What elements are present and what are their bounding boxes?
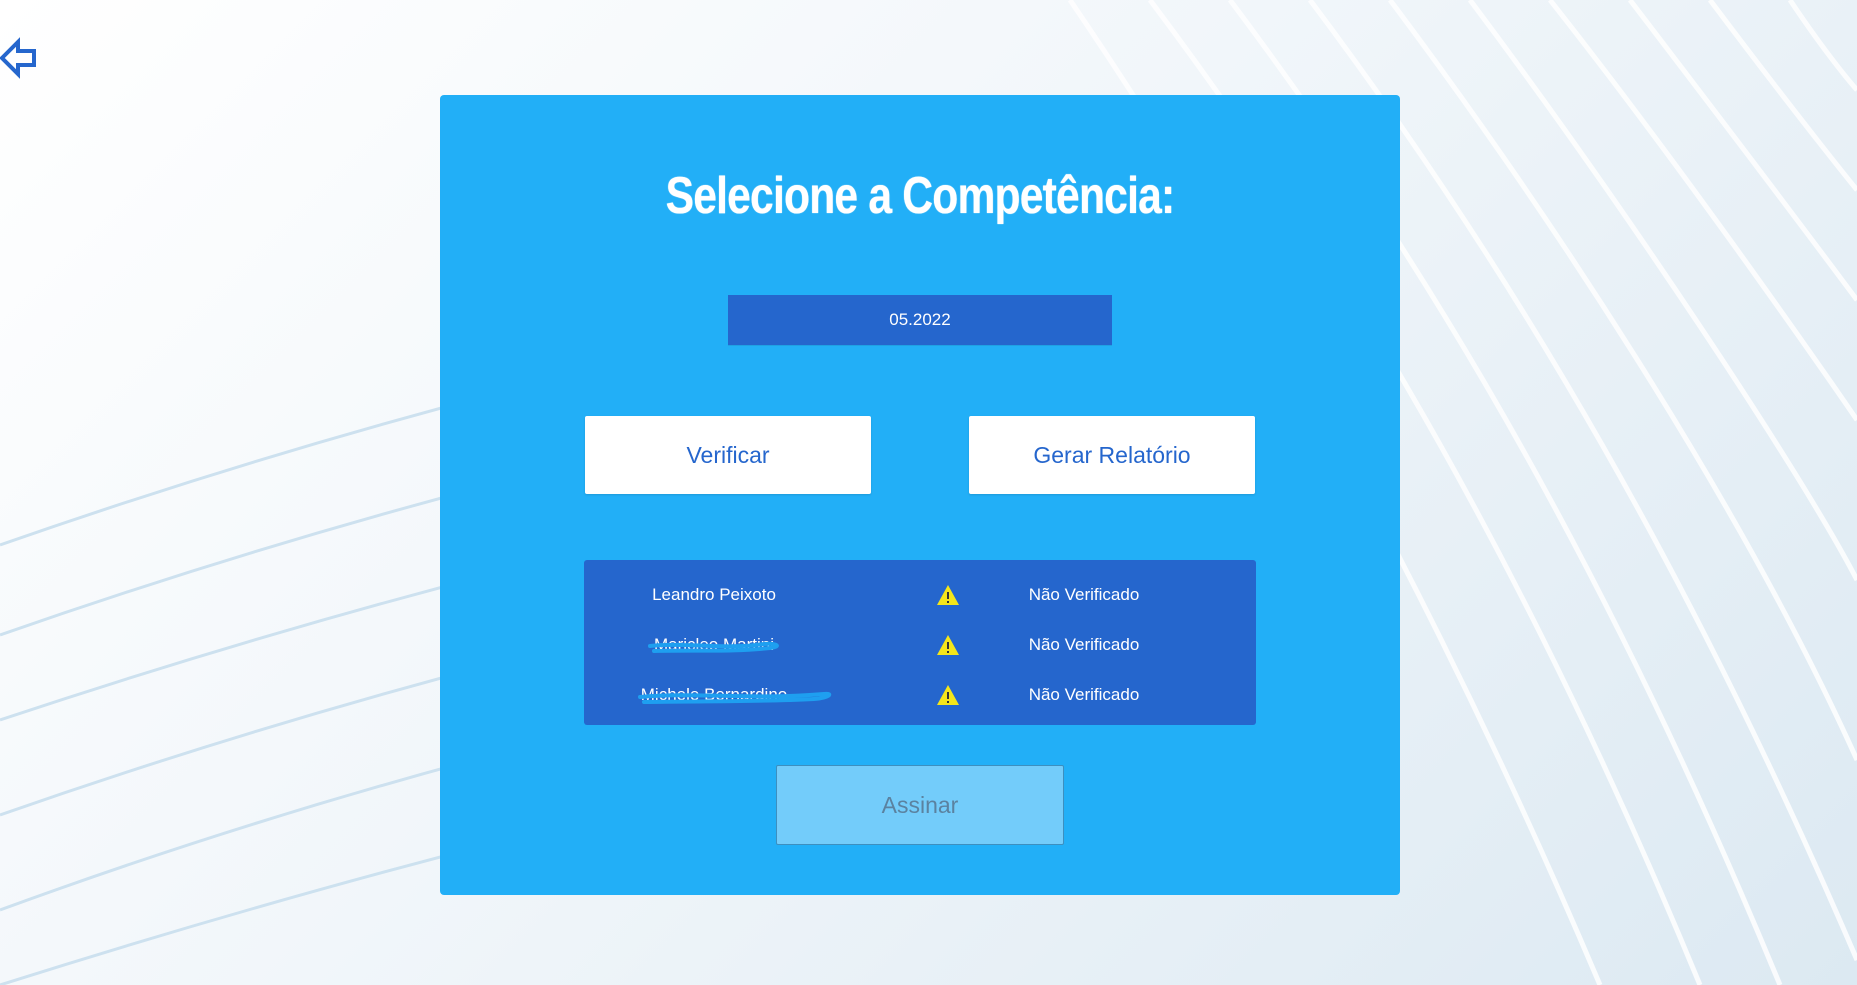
warning-icon	[937, 635, 959, 655]
competencia-select[interactable]: 05.2022	[728, 295, 1112, 345]
generate-report-button[interactable]: Gerar Relatório	[969, 416, 1255, 494]
arrow-left-icon[interactable]	[0, 36, 40, 80]
employee-name: Maricleo Martini	[654, 635, 774, 654]
verification-status: Não Verificado	[1028, 585, 1140, 604]
sign-button[interactable]: Assinar	[776, 765, 1064, 845]
warning-icon	[937, 685, 959, 705]
verify-button[interactable]: Verificar	[585, 416, 871, 494]
list-item: Leandro Peixoto Não Verificado	[584, 570, 1256, 620]
list-item: Michele Bernardino Não Verificado	[584, 670, 1256, 720]
verification-status: Não Verificado	[1028, 635, 1140, 654]
employee-name: Leandro Peixoto	[652, 585, 776, 604]
employee-list: Leandro Peixoto Não Verificado Maricleo …	[584, 560, 1256, 725]
page-title: Selecione a Competência:	[665, 167, 1176, 225]
employee-name: Michele Bernardino	[640, 685, 788, 704]
warning-icon	[937, 585, 959, 605]
verification-status: Não Verificado	[1028, 685, 1140, 704]
competencia-value: 05.2022	[889, 310, 951, 329]
list-item: Maricleo Martini Não Verificado	[584, 620, 1256, 670]
